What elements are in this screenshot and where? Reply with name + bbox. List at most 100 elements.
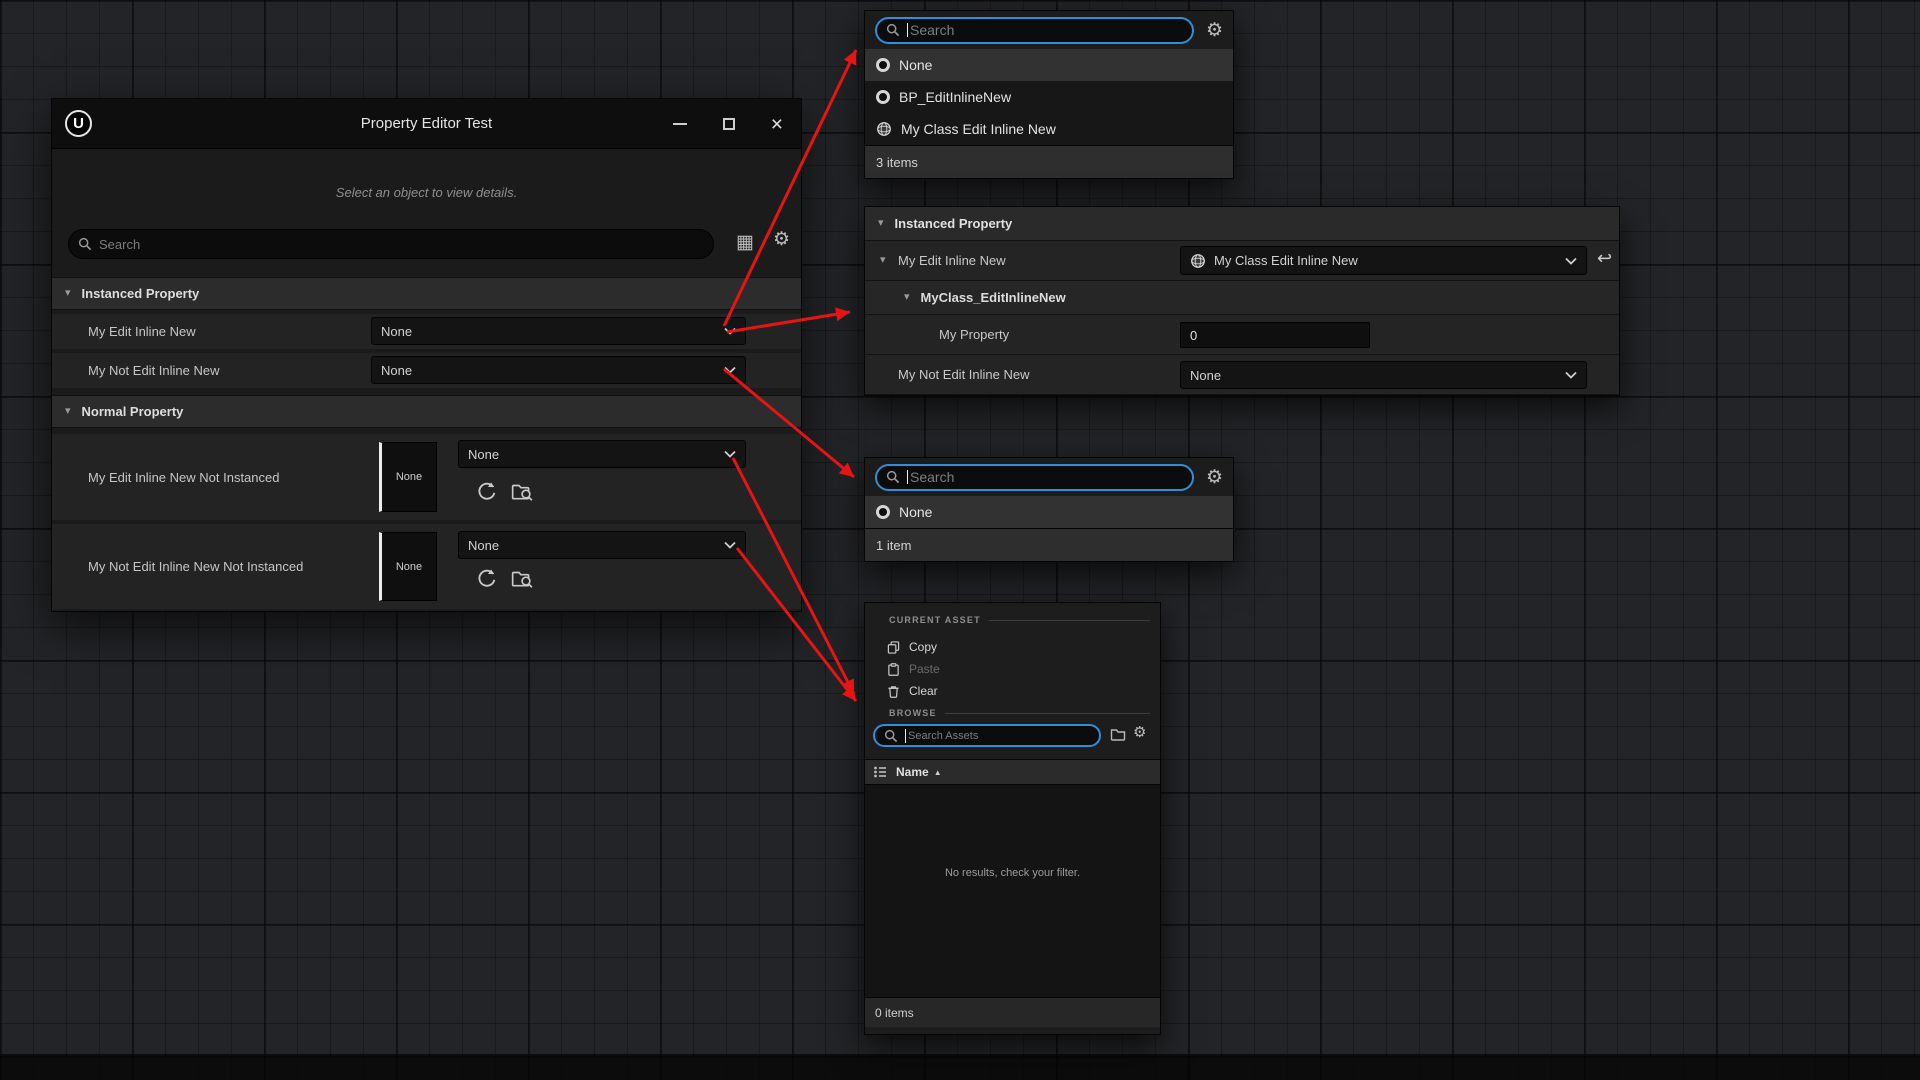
asset-list[interactable]: No results, check your filter. <box>865 785 1160 997</box>
row-my-edit-inline-new-not-instanced: My Edit Inline New Not Instanced None No… <box>52 434 801 520</box>
search-placeholder: Search Assets <box>908 730 978 742</box>
class-option-my-class-edit-inline-new[interactable]: My Class Edit Inline New <box>865 113 1233 145</box>
property-label: My Property <box>939 315 1009 354</box>
settings-gear-icon[interactable]: ⚙ <box>1133 725 1146 740</box>
none-picker-popup: Search ⚙ None 1 item <box>864 457 1234 562</box>
copy-menu-item[interactable]: Copy <box>887 637 937 657</box>
dropdown-value: None <box>1190 368 1221 383</box>
bottom-edge-strip <box>0 1054 1920 1080</box>
row-my-not-edit-inline-new: My Not Edit Inline New None <box>52 353 801 388</box>
class-combo-box[interactable]: My Class Edit Inline New <box>1180 246 1587 275</box>
browse-to-asset-button[interactable] <box>511 481 533 501</box>
class-picker-search-input[interactable]: Search <box>875 17 1194 44</box>
asset-dropdown[interactable]: None <box>458 440 746 468</box>
property-label: My Not Edit Inline New Not Instanced <box>88 524 303 609</box>
my-not-edit-inline-new-dropdown[interactable]: None <box>1180 361 1587 389</box>
my-property-value-field[interactable]: 0 <box>1180 322 1370 348</box>
chevron-down-icon <box>1565 371 1577 379</box>
name-column-header[interactable]: Name <box>896 765 929 779</box>
subsection-label: MyClass_EditInlineNew <box>921 290 1066 305</box>
copy-icon <box>887 641 900 654</box>
property-label: My Not Edit Inline New <box>88 353 220 388</box>
search-assets-input[interactable]: Search Assets <box>873 724 1101 747</box>
expander-icon[interactable]: ▾ <box>65 288 71 299</box>
dropdown-value: None <box>468 447 499 462</box>
property-label: My Edit Inline New <box>88 314 196 349</box>
thumbnail-label: None <box>396 561 422 573</box>
search-icon <box>78 237 92 251</box>
section-label: Normal Property <box>82 404 184 419</box>
option-label: None <box>899 57 932 73</box>
view-options-icon[interactable] <box>873 765 887 779</box>
text-caret <box>907 470 908 484</box>
text-caret <box>907 23 908 37</box>
combo-value: My Class Edit Inline New <box>1214 253 1557 268</box>
section-instanced-property[interactable]: ▾ Instanced Property <box>865 207 1619 241</box>
class-option-none[interactable]: None <box>865 49 1233 81</box>
settings-gear-icon[interactable]: ⚙ <box>1206 21 1223 40</box>
view-options-grid-icon[interactable]: ▦ <box>736 233 754 252</box>
class-option-none[interactable]: None <box>865 496 1233 528</box>
section-instanced-property[interactable]: ▾ Instanced Property <box>52 277 801 310</box>
class-sphere-icon <box>1190 253 1206 269</box>
class-option-bp-editinlinenew[interactable]: BP_EditInlineNew <box>865 81 1233 113</box>
asset-dropdown[interactable]: None <box>458 531 746 559</box>
property-label: My Not Edit Inline New <box>898 355 1030 394</box>
menu-label: Paste <box>909 662 940 676</box>
section-label: BROWSE <box>889 708 937 718</box>
maximize-icon <box>723 118 735 130</box>
asset-thumbnail[interactable]: None <box>379 532 437 601</box>
details-search-input[interactable]: Search <box>68 229 714 259</box>
settings-gear-icon[interactable]: ⚙ <box>773 230 790 249</box>
current-asset-section: CURRENT ASSET <box>889 613 1150 627</box>
clear-menu-item[interactable]: Clear <box>887 681 938 701</box>
asset-thumbnail[interactable]: None <box>379 442 437 512</box>
dropdown-value: None <box>468 538 499 553</box>
use-selected-asset-button[interactable] <box>476 568 498 588</box>
browse-to-asset-button[interactable] <box>511 568 533 588</box>
item-count-footer: 0 items <box>865 997 1160 1027</box>
minimize-button[interactable] <box>673 123 687 125</box>
property-label: My Edit Inline New Not Instanced <box>88 434 279 520</box>
subsection-myclass-editinlinenew[interactable]: ▾ MyClass_EditInlineNew <box>865 281 1619 315</box>
close-button[interactable]: × <box>771 114 783 135</box>
expander-icon[interactable]: ▾ <box>65 406 71 417</box>
search-placeholder: Search <box>910 469 954 485</box>
search-placeholder: Search <box>910 22 954 38</box>
search-icon <box>886 23 900 37</box>
reset-to-default-button[interactable]: ↩ <box>1597 249 1612 267</box>
search-icon <box>886 470 900 484</box>
chevron-down-icon <box>724 366 736 374</box>
section-label: CURRENT ASSET <box>889 615 981 625</box>
chevron-down-icon <box>724 541 736 549</box>
search-icon <box>884 729 898 743</box>
option-label: My Class Edit Inline New <box>901 121 1056 137</box>
class-circle-icon <box>876 90 890 104</box>
my-edit-inline-new-dropdown[interactable]: None <box>371 317 746 345</box>
no-selection-hint: Select an object to view details. <box>52 185 801 200</box>
section-normal-property[interactable]: ▾ Normal Property <box>52 395 801 428</box>
thumbnail-label: None <box>396 471 422 483</box>
class-picker-popup: Search ⚙ None BP_EditInlineNew My Class … <box>864 10 1234 179</box>
my-not-edit-inline-new-dropdown[interactable]: None <box>371 356 746 384</box>
window-titlebar[interactable]: U Property Editor Test × <box>52 99 801 149</box>
expander-icon[interactable]: ▾ <box>904 292 910 303</box>
expander-icon[interactable]: ▾ <box>880 255 886 266</box>
paste-icon <box>887 663 900 676</box>
maximize-button[interactable] <box>723 118 735 130</box>
expander-icon[interactable]: ▾ <box>878 218 884 229</box>
chevron-down-icon <box>724 327 736 335</box>
option-label: None <box>899 504 932 520</box>
class-circle-icon <box>876 58 890 72</box>
paste-menu-item[interactable]: Paste <box>887 659 940 679</box>
search-placeholder: Search <box>99 237 140 252</box>
use-selected-asset-button[interactable] <box>476 481 498 501</box>
section-label: Instanced Property <box>82 286 200 301</box>
folder-browse-icon[interactable] <box>1110 727 1126 742</box>
none-picker-search-input[interactable]: Search <box>875 464 1194 491</box>
chevron-down-icon <box>1565 257 1577 265</box>
asset-list-column-header[interactable]: Name ▲ <box>865 759 1160 785</box>
item-count-footer: 1 item <box>865 528 1233 561</box>
settings-gear-icon[interactable]: ⚙ <box>1206 468 1223 487</box>
class-circle-icon <box>876 505 890 519</box>
